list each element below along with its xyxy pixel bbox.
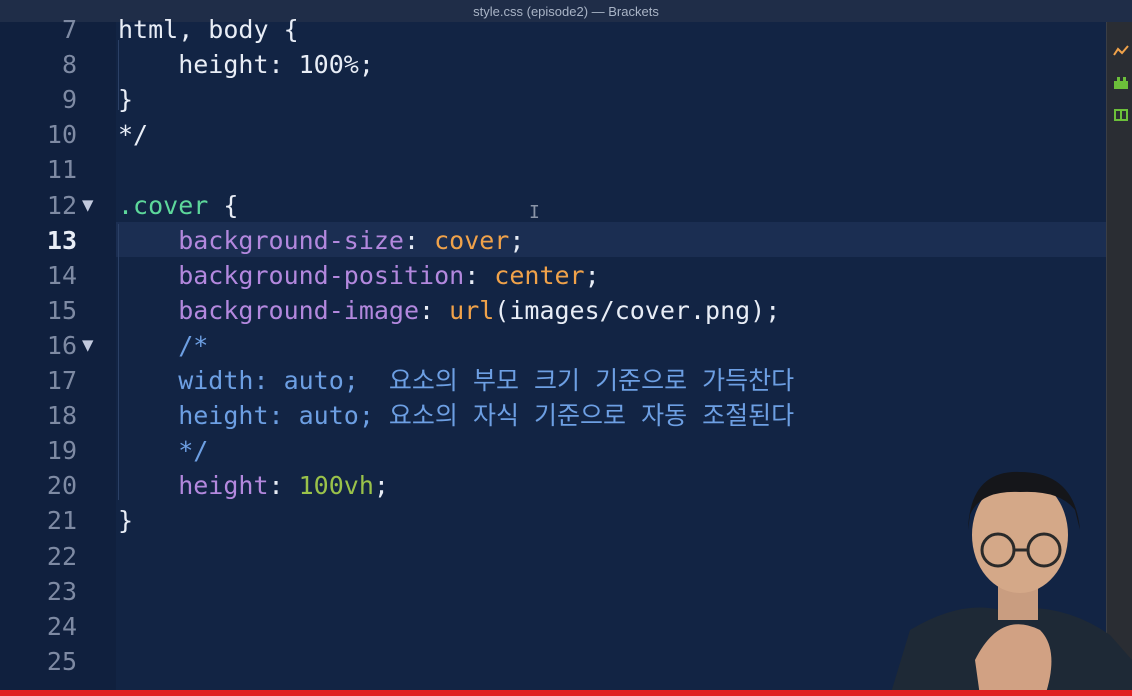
code-line[interactable]: 17 width: auto; 요소의 부모 크기 기준으로 가득찬다 [0,363,1106,398]
line-number: 25 [46,646,77,676]
code-text[interactable]: .cover { [118,188,238,223]
code-token: ; [509,225,525,255]
code-text[interactable]: } [118,82,133,117]
code-token: .cover [118,190,209,220]
code-text[interactable]: background-image: url(images/cover.png); [118,293,780,328]
extension-manager-icon[interactable] [1113,76,1129,90]
text-cursor-icon: I [529,202,540,223]
fold-toggle-icon[interactable]: ▼ [82,188,93,223]
line-number: 9 [61,85,77,115]
code-line[interactable]: 7 html, body { [0,12,1106,47]
code-token: width: auto; 요소의 부모 크기 기준으로 가득찬다 [118,366,795,395]
code-line[interactable]: 12 ▼ .cover { [0,188,1106,223]
line-number: 18 [46,401,77,431]
code-token: { [208,190,239,220]
code-token: center [494,260,585,290]
line-number: 10 [46,120,77,150]
code-token: 100vh [298,471,374,501]
video-progress-bar[interactable] [0,690,1132,696]
line-number: 15 [46,295,77,325]
code-token: height: 100%; [118,50,374,80]
line-number: 14 [46,260,77,290]
line-number: 17 [46,366,77,395]
code-token: /* [118,330,209,360]
code-line[interactable]: 8 height: 100%; [0,47,1106,82]
code-token: background-size [118,225,404,255]
code-line[interactable]: 14 background-position: center; [0,258,1106,293]
code-token: ; [584,260,600,290]
line-number: 8 [61,50,77,80]
line-number: 24 [46,611,77,641]
code-line[interactable]: 9} [0,82,1106,117]
line-number: 12 [46,190,77,220]
code-line[interactable]: 13 background-size: cover; [0,223,1106,258]
code-line[interactable]: 16 ▼ /* [0,328,1106,363]
code-token: height [118,471,269,501]
code-text[interactable]: /* [118,328,208,363]
line-number: 21 [46,506,77,536]
extract-icon[interactable] [1113,108,1129,122]
code-line[interactable]: 10 */ [0,117,1106,152]
code-text[interactable]: height: auto; 요소의 자식 기준으로 자동 조절된다 [118,398,794,433]
line-number: 7 [61,15,77,44]
line-number: 23 [46,576,77,606]
code-text[interactable]: */ [118,117,148,152]
code-text[interactable]: */ [118,433,208,468]
code-token: : [419,295,450,325]
code-token: } [118,85,134,115]
code-token: */ [118,436,209,466]
line-number: 13 [46,225,77,255]
code-token: html, body { [118,15,299,44]
live-preview-icon[interactable] [1113,44,1129,58]
code-text[interactable]: width: auto; 요소의 부모 크기 기준으로 가득찬다 [118,363,794,398]
line-number: 20 [46,471,77,501]
code-token: background-image [118,295,420,325]
code-text[interactable]: height: 100vh; [118,468,389,503]
code-token: : [464,260,495,290]
code-text[interactable]: html, body { [118,12,299,47]
line-number: 11 [46,155,77,185]
line-number: 22 [46,541,77,571]
code-token: : [403,225,435,255]
code-line[interactable]: 11 [0,152,1106,187]
code-text[interactable]: background-size: cover; [118,223,524,258]
code-token: url [449,295,495,325]
code-token: : [268,471,299,501]
code-token: ; [373,471,389,501]
line-number: 19 [46,436,77,466]
line-number: 16 [46,330,77,360]
fold-toggle-icon[interactable]: ▼ [82,328,93,363]
code-token: */ [118,120,149,150]
code-text[interactable]: background-position: center; [118,258,600,293]
code-token: cover [434,225,510,255]
code-line[interactable]: 18 height: auto; 요소의 자식 기준으로 자동 조절된다 [0,398,1106,433]
code-token: background-position [118,260,465,290]
code-text[interactable]: height: 100%; [118,47,374,82]
code-token: (images/cover.png); [494,295,781,325]
code-token: } [118,506,134,536]
presenter-webcam [890,471,1132,696]
code-token: height: auto; 요소의 자식 기준으로 자동 조절된다 [118,401,795,431]
code-line[interactable]: 15 background-image: url(images/cover.pn… [0,293,1106,328]
code-text[interactable]: } [118,503,133,538]
